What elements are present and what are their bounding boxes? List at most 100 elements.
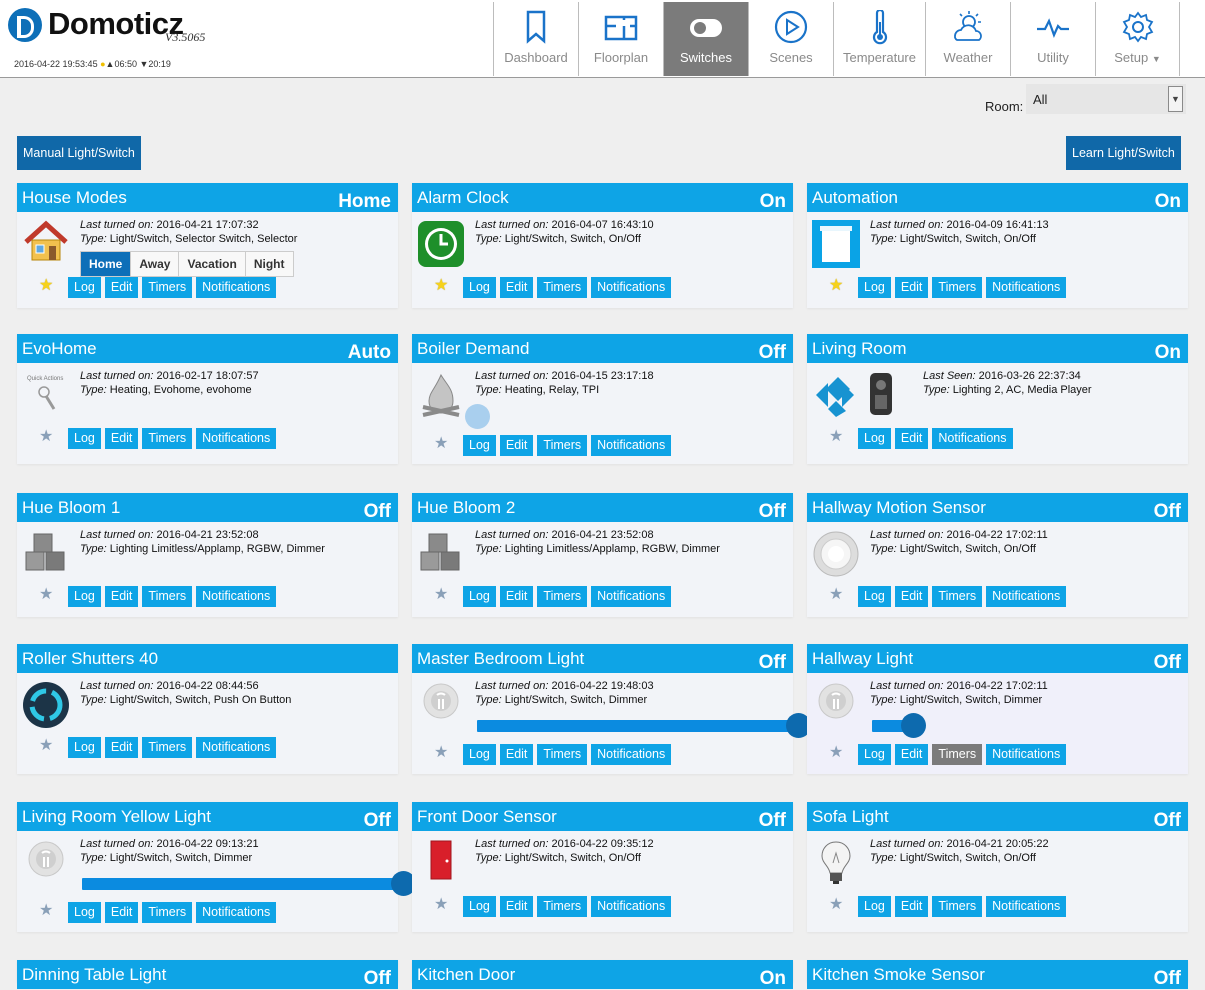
- motion-sensor-icon[interactable]: [812, 530, 862, 578]
- edit-button[interactable]: Edit: [499, 896, 534, 917]
- manual-light-switch-button[interactable]: Manual Light/Switch: [17, 136, 141, 170]
- nav-utility[interactable]: Utility: [1010, 2, 1095, 76]
- nav-switches[interactable]: Switches: [663, 2, 748, 76]
- notifications-button[interactable]: Notifications: [932, 428, 1013, 449]
- slider-handle[interactable]: [465, 404, 490, 429]
- favorite-star-icon[interactable]: ★: [39, 275, 53, 295]
- favorite-star-icon[interactable]: ★: [434, 433, 448, 453]
- edit-button[interactable]: Edit: [894, 896, 929, 917]
- favorite-star-icon[interactable]: ★: [434, 742, 448, 762]
- notifications-button[interactable]: Notifications: [986, 896, 1067, 917]
- edit-button[interactable]: Edit: [104, 902, 139, 923]
- edit-button[interactable]: Edit: [104, 428, 139, 449]
- log-button[interactable]: Log: [463, 277, 496, 298]
- nav-temperature[interactable]: Temperature: [833, 2, 925, 76]
- timers-button[interactable]: Timers: [537, 744, 588, 765]
- timers-button[interactable]: Timers: [932, 744, 983, 765]
- nav-weather[interactable]: Weather: [925, 2, 1010, 76]
- timers-button[interactable]: Timers: [932, 896, 983, 917]
- media-player-icon[interactable]: [812, 371, 912, 419]
- timers-button[interactable]: Timers: [537, 896, 588, 917]
- bulb-off-icon[interactable]: [417, 681, 467, 729]
- bulb-off-icon[interactable]: [22, 839, 72, 887]
- log-button[interactable]: Log: [68, 428, 101, 449]
- timers-button[interactable]: Timers: [142, 428, 193, 449]
- nav-scenes[interactable]: Scenes: [748, 2, 833, 76]
- notifications-button[interactable]: Notifications: [196, 902, 277, 923]
- log-button[interactable]: Log: [463, 435, 496, 456]
- nav-dashboard[interactable]: Dashboard: [493, 2, 578, 76]
- lightbulb-icon[interactable]: [812, 839, 862, 887]
- notifications-button[interactable]: Notifications: [591, 277, 672, 298]
- log-button[interactable]: Log: [68, 586, 101, 607]
- edit-button[interactable]: Edit: [104, 737, 139, 758]
- dimmer-slider[interactable]: [477, 720, 798, 732]
- room-select[interactable]: All ▼: [1026, 84, 1186, 114]
- log-button[interactable]: Log: [68, 737, 101, 758]
- edit-button[interactable]: Edit: [499, 277, 534, 298]
- log-button[interactable]: Log: [858, 428, 891, 449]
- edit-button[interactable]: Edit: [894, 277, 929, 298]
- bulb-off-icon[interactable]: [812, 681, 862, 729]
- favorite-star-icon[interactable]: ★: [829, 426, 843, 446]
- favorite-star-icon[interactable]: ★: [39, 735, 53, 755]
- selector-option-night[interactable]: Night: [245, 252, 293, 276]
- log-button[interactable]: Log: [68, 277, 101, 298]
- log-button[interactable]: Log: [68, 902, 101, 923]
- log-button[interactable]: Log: [858, 277, 891, 298]
- rgbw-cubes-icon[interactable]: [22, 530, 72, 578]
- notifications-button[interactable]: Notifications: [986, 586, 1067, 607]
- favorite-star-icon[interactable]: ★: [829, 275, 843, 295]
- log-button[interactable]: Log: [858, 586, 891, 607]
- chevron-down-icon[interactable]: ▼: [1168, 86, 1183, 112]
- notifications-button[interactable]: Notifications: [591, 435, 672, 456]
- edit-button[interactable]: Edit: [499, 586, 534, 607]
- timers-button[interactable]: Timers: [537, 277, 588, 298]
- push-button-icon[interactable]: [22, 681, 72, 729]
- timers-button[interactable]: Timers: [932, 277, 983, 298]
- log-button[interactable]: Log: [463, 744, 496, 765]
- timers-button[interactable]: Timers: [537, 435, 588, 456]
- edit-button[interactable]: Edit: [104, 586, 139, 607]
- selector-option-home[interactable]: Home: [81, 252, 132, 276]
- timers-button[interactable]: Timers: [142, 737, 193, 758]
- favorite-star-icon[interactable]: ★: [434, 894, 448, 914]
- dimmer-slider-handle[interactable]: [901, 713, 926, 738]
- favorite-star-icon[interactable]: ★: [829, 584, 843, 604]
- blinds-icon[interactable]: [812, 220, 862, 268]
- rgbw-cubes-icon[interactable]: [417, 530, 467, 578]
- timers-button[interactable]: Timers: [537, 586, 588, 607]
- selector-option-vacation[interactable]: Vacation: [179, 252, 246, 276]
- learn-light-switch-button[interactable]: Learn Light/Switch: [1066, 136, 1181, 170]
- timers-button[interactable]: Timers: [932, 586, 983, 607]
- notifications-button[interactable]: Notifications: [591, 744, 672, 765]
- edit-button[interactable]: Edit: [499, 744, 534, 765]
- edit-button[interactable]: Edit: [499, 435, 534, 456]
- edit-button[interactable]: Edit: [104, 277, 139, 298]
- fire-icon[interactable]: [417, 371, 467, 419]
- favorite-star-icon[interactable]: ★: [829, 742, 843, 762]
- notifications-button[interactable]: Notifications: [591, 896, 672, 917]
- nav-floorplan[interactable]: Floorplan: [578, 2, 663, 76]
- log-button[interactable]: Log: [858, 744, 891, 765]
- favorite-star-icon[interactable]: ★: [39, 900, 53, 920]
- edit-button[interactable]: Edit: [894, 586, 929, 607]
- notifications-button[interactable]: Notifications: [196, 737, 277, 758]
- favorite-star-icon[interactable]: ★: [829, 894, 843, 914]
- timers-button[interactable]: Timers: [142, 277, 193, 298]
- log-button[interactable]: Log: [463, 896, 496, 917]
- notifications-button[interactable]: Notifications: [986, 744, 1067, 765]
- notifications-button[interactable]: Notifications: [591, 586, 672, 607]
- house-icon[interactable]: [22, 220, 72, 268]
- notifications-button[interactable]: Notifications: [986, 277, 1067, 298]
- timers-button[interactable]: Timers: [142, 586, 193, 607]
- timers-button[interactable]: Timers: [142, 902, 193, 923]
- favorite-star-icon[interactable]: ★: [39, 584, 53, 604]
- notifications-button[interactable]: Notifications: [196, 428, 277, 449]
- door-icon[interactable]: [417, 839, 467, 887]
- edit-button[interactable]: Edit: [894, 428, 929, 449]
- dimmer-slider[interactable]: [82, 878, 403, 890]
- log-button[interactable]: Log: [858, 896, 891, 917]
- notifications-button[interactable]: Notifications: [196, 277, 277, 298]
- notifications-button[interactable]: Notifications: [196, 586, 277, 607]
